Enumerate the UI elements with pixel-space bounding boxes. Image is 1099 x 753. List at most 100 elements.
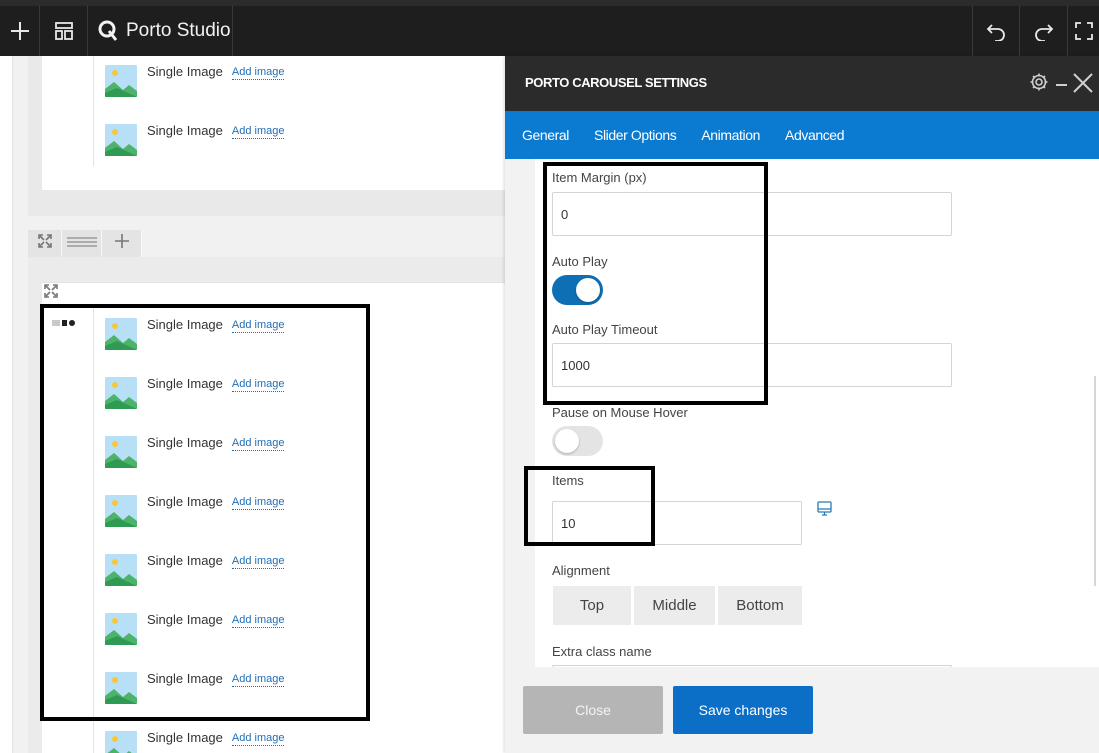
carousel-settings-modal: PORTO CAROUSEL SETTINGS General Slider O… [505,56,1099,753]
single-image-element[interactable]: Single Image Add image [105,123,285,158]
column-divider [93,56,94,166]
row-controls [28,230,143,257]
image-placeholder-icon [105,554,137,586]
expand-icon[interactable] [44,284,58,303]
modal-header: PORTO CAROUSEL SETTINGS [505,56,1099,111]
items-input[interactable]: 10 [552,501,802,545]
auto-play-timeout-label: Auto Play Timeout [552,322,658,337]
image-placeholder-icon [105,124,137,156]
single-image-element[interactable]: Single Image Add image [105,730,285,753]
tab-general[interactable]: General [522,111,569,159]
tab-animation[interactable]: Animation [701,111,760,159]
layout-button[interactable] [40,6,88,56]
image-placeholder-icon [105,613,137,645]
add-image-link[interactable]: Add image [231,436,285,451]
image-placeholder-icon [105,731,137,753]
add-element-button[interactable] [0,6,40,56]
element-label: Single Image [147,671,223,686]
auto-play-timeout-input[interactable]: 1000 [552,343,952,387]
item-margin-input[interactable]: 0 [552,192,952,236]
add-image-link[interactable]: Add image [231,672,285,687]
fullscreen-button[interactable] [1068,6,1099,56]
edit-icon [52,320,60,326]
align-middle-button[interactable]: Middle [634,586,715,625]
add-image-link[interactable]: Add image [231,377,285,392]
element-label: Single Image [147,730,223,745]
single-image-element[interactable]: Single Image Add image [105,435,285,470]
add-image-link[interactable]: Add image [231,554,285,569]
menu-icon [66,235,97,253]
element-mini-toolbar[interactable] [52,320,75,326]
add-image-link[interactable]: Add image [231,318,285,333]
single-image-element[interactable]: Single Image Add image [105,376,285,411]
porto-logo-icon [98,20,118,42]
close-icon[interactable] [1072,72,1094,99]
align-bottom-button[interactable]: Bottom [718,586,802,625]
single-image-element[interactable]: Single Image Add image [105,494,285,529]
image-placeholder-icon [105,436,137,468]
undo-button[interactable] [972,6,1020,56]
gear-icon[interactable] [1029,72,1049,97]
tab-advanced[interactable]: Advanced [785,111,844,159]
items-label: Items [552,473,584,488]
layout-icon [54,21,74,41]
minimize-icon[interactable] [1056,84,1067,86]
row-expand-button[interactable] [28,230,62,257]
item-margin-label: Item Margin (px) [552,170,647,185]
column-divider [93,308,94,753]
auto-play-toggle[interactable] [552,275,603,305]
add-image-link[interactable]: Add image [231,65,285,80]
tab-slider-options[interactable]: Slider Options [594,111,677,159]
redo-icon [1033,21,1055,41]
add-image-link[interactable]: Add image [231,495,285,510]
clone-icon [62,320,67,326]
image-placeholder-icon [105,318,137,350]
add-image-link[interactable]: Add image [231,124,285,139]
auto-play-label: Auto Play [552,254,608,269]
redo-button[interactable] [1020,6,1068,56]
fullscreen-icon [1074,22,1093,40]
expand-icon [37,234,52,253]
single-image-element[interactable]: Single Image Add image [105,64,285,99]
top-toolbar: Porto Studio [0,0,1099,56]
element-label: Single Image [147,553,223,568]
alignment-buttons: Top Middle Bottom [553,586,802,625]
row-drag-button[interactable] [62,230,102,257]
pause-on-hover-toggle[interactable] [552,426,603,456]
single-image-element[interactable]: Single Image Add image [105,317,285,352]
modal-title: PORTO CAROUSEL SETTINGS [525,75,707,90]
element-label: Single Image [147,494,223,509]
row-add-button[interactable] [102,230,142,257]
delete-icon [69,320,75,326]
element-label: Single Image [147,435,223,450]
brand-name: Porto Studio [126,20,231,41]
save-changes-button[interactable]: Save changes [673,686,813,734]
desktop-icon[interactable] [817,501,832,522]
single-image-element[interactable]: Single Image Add image [105,612,285,647]
single-image-element[interactable]: Single Image Add image [105,553,285,588]
extra-class-label: Extra class name [552,644,652,659]
modal-tabs: General Slider Options Animation Advance… [505,111,1099,159]
image-placeholder-icon [105,495,137,527]
brand-button[interactable]: Porto Studio [88,6,233,56]
add-image-link[interactable]: Add image [231,731,285,746]
element-label: Single Image [147,612,223,627]
element-label: Single Image [147,123,223,138]
element-label: Single Image [147,376,223,391]
plus-icon [114,234,129,253]
pause-on-hover-label: Pause on Mouse Hover [552,405,688,420]
add-image-link[interactable]: Add image [231,613,285,628]
align-top-button[interactable]: Top [553,586,631,625]
plus-icon [10,21,30,41]
element-label: Single Image [147,317,223,332]
single-image-element[interactable]: Single Image Add image [105,671,285,706]
image-placeholder-icon [105,65,137,97]
close-button[interactable]: Close [523,686,663,734]
image-placeholder-icon [105,377,137,409]
builder-canvas: Single Image Add image Single Image Add … [0,56,505,753]
modal-footer: Close Save changes [505,667,1099,753]
undo-icon [985,21,1007,41]
element-label: Single Image [147,64,223,79]
alignment-label: Alignment [552,563,610,578]
modal-scrollbar-thumb[interactable] [1094,376,1096,586]
